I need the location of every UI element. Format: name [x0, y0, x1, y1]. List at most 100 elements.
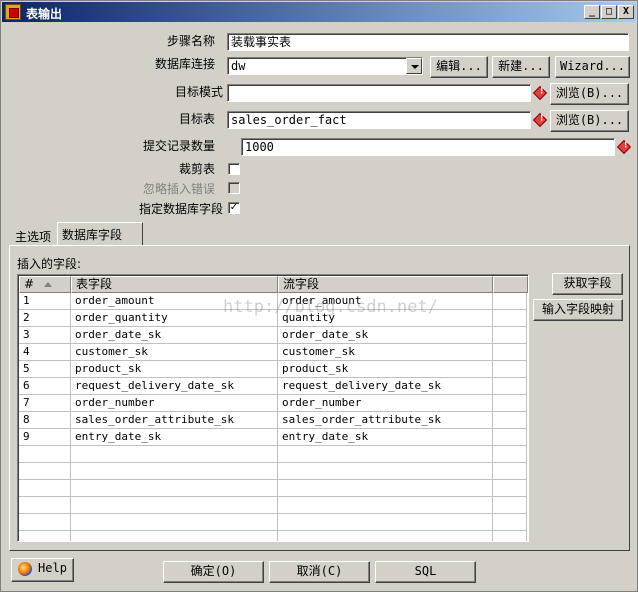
- cell-stream-field[interactable]: order_date_sk: [278, 327, 493, 344]
- table-input[interactable]: sales_order_fact: [227, 111, 531, 129]
- cell-table-field[interactable]: [71, 480, 278, 497]
- new-connection-button[interactable]: 新建...: [492, 56, 550, 78]
- column-header-table-field[interactable]: 表字段: [71, 276, 278, 293]
- cell-stream-field[interactable]: order_number: [278, 395, 493, 412]
- minimize-button[interactable]: _: [584, 5, 600, 19]
- commit-size-input[interactable]: 1000: [241, 138, 615, 156]
- connection-select[interactable]: dw: [227, 57, 423, 75]
- cell-table-field[interactable]: [71, 497, 278, 514]
- cell-stream-field[interactable]: [278, 480, 493, 497]
- cell-extra[interactable]: [493, 480, 527, 497]
- table-row[interactable]: 5 product_sk product_sk: [19, 361, 527, 378]
- column-header-stream-field[interactable]: 流字段: [278, 276, 493, 293]
- help-button[interactable]: Help: [11, 558, 74, 582]
- cell-stream-field[interactable]: entry_date_sk: [278, 429, 493, 446]
- cell-stream-field[interactable]: customer_sk: [278, 344, 493, 361]
- cell-table-field[interactable]: order_number: [71, 395, 278, 412]
- close-button[interactable]: X: [618, 5, 634, 19]
- table-row[interactable]: [19, 446, 527, 463]
- cell-num[interactable]: 6: [19, 378, 71, 395]
- cell-extra[interactable]: [493, 514, 527, 531]
- cell-extra[interactable]: [493, 310, 527, 327]
- table-row[interactable]: 1 order_amount order_amount: [19, 293, 527, 310]
- cell-extra[interactable]: [493, 429, 527, 446]
- cell-stream-field[interactable]: [278, 514, 493, 531]
- ignore-errors-checkbox[interactable]: [228, 182, 240, 194]
- specify-fields-checkbox[interactable]: ✓: [228, 202, 240, 214]
- title-bar[interactable]: 表输出 _ □ X: [2, 2, 636, 22]
- cell-extra[interactable]: [493, 327, 527, 344]
- column-header-num[interactable]: #: [19, 276, 71, 293]
- cell-table-field[interactable]: sales_order_attribute_sk: [71, 412, 278, 429]
- cell-table-field[interactable]: [71, 531, 278, 541]
- cell-extra[interactable]: [493, 344, 527, 361]
- table-row[interactable]: [19, 480, 527, 497]
- cell-extra[interactable]: [493, 463, 527, 480]
- field-mapping-button[interactable]: 输入字段映射: [533, 299, 623, 321]
- cell-extra[interactable]: [493, 293, 527, 310]
- cell-num[interactable]: [19, 531, 71, 541]
- table-row[interactable]: 3 order_date_sk order_date_sk: [19, 327, 527, 344]
- cancel-button[interactable]: 取消(C): [269, 561, 370, 583]
- cell-num[interactable]: [19, 497, 71, 514]
- cell-num[interactable]: 4: [19, 344, 71, 361]
- cell-extra[interactable]: [493, 412, 527, 429]
- cell-table-field[interactable]: entry_date_sk: [71, 429, 278, 446]
- cell-stream-field[interactable]: [278, 463, 493, 480]
- cell-extra[interactable]: [493, 395, 527, 412]
- chevron-down-icon[interactable]: [406, 58, 422, 74]
- cell-stream-field[interactable]: product_sk: [278, 361, 493, 378]
- cell-num[interactable]: 8: [19, 412, 71, 429]
- cell-table-field[interactable]: [71, 463, 278, 480]
- table-row[interactable]: [19, 463, 527, 480]
- edit-connection-button[interactable]: 编辑...: [430, 56, 488, 78]
- tab-main-options[interactable]: 主选项: [11, 225, 55, 245]
- get-fields-button[interactable]: 获取字段: [552, 273, 623, 295]
- cell-table-field[interactable]: order_amount: [71, 293, 278, 310]
- cell-num[interactable]: [19, 514, 71, 531]
- cell-table-field[interactable]: order_quantity: [71, 310, 278, 327]
- table-row[interactable]: [19, 514, 527, 531]
- cell-stream-field[interactable]: [278, 497, 493, 514]
- cell-num[interactable]: 2: [19, 310, 71, 327]
- cell-num[interactable]: 9: [19, 429, 71, 446]
- truncate-checkbox[interactable]: [228, 163, 240, 175]
- sql-button[interactable]: SQL: [375, 561, 476, 583]
- cell-stream-field[interactable]: request_delivery_date_sk: [278, 378, 493, 395]
- cell-stream-field[interactable]: [278, 446, 493, 463]
- table-row[interactable]: 9 entry_date_sk entry_date_sk: [19, 429, 527, 446]
- browse-schema-button[interactable]: 浏览(B)...: [550, 83, 629, 105]
- cell-table-field[interactable]: customer_sk: [71, 344, 278, 361]
- cell-num[interactable]: 1: [19, 293, 71, 310]
- cell-num[interactable]: 3: [19, 327, 71, 344]
- step-name-input[interactable]: 装载事实表: [227, 33, 629, 51]
- table-row[interactable]: [19, 497, 527, 514]
- table-row[interactable]: 7 order_number order_number: [19, 395, 527, 412]
- schema-input[interactable]: [227, 84, 531, 102]
- cell-extra[interactable]: [493, 497, 527, 514]
- cell-table-field[interactable]: [71, 514, 278, 531]
- cell-table-field[interactable]: order_date_sk: [71, 327, 278, 344]
- cell-extra[interactable]: [493, 531, 527, 541]
- cell-table-field[interactable]: request_delivery_date_sk: [71, 378, 278, 395]
- wizard-button[interactable]: Wizard...: [555, 56, 630, 78]
- fields-table[interactable]: # 表字段 流字段 1 order_amount order_amount 2 orde…: [17, 274, 529, 542]
- cell-num[interactable]: [19, 480, 71, 497]
- table-row[interactable]: 6 request_delivery_date_sk request_deliver…: [19, 378, 527, 395]
- cell-extra[interactable]: [493, 361, 527, 378]
- cell-num[interactable]: [19, 446, 71, 463]
- cell-stream-field[interactable]: quantity: [278, 310, 493, 327]
- cell-num[interactable]: [19, 463, 71, 480]
- ok-button[interactable]: 确定(O): [163, 561, 264, 583]
- cell-num[interactable]: 7: [19, 395, 71, 412]
- cell-table-field[interactable]: [71, 446, 278, 463]
- tab-database-fields[interactable]: 数据库字段: [57, 222, 143, 246]
- maximize-button[interactable]: □: [601, 5, 617, 19]
- cell-extra[interactable]: [493, 446, 527, 463]
- cell-stream-field[interactable]: [278, 531, 493, 541]
- cell-extra[interactable]: [493, 378, 527, 395]
- cell-stream-field[interactable]: order_amount: [278, 293, 493, 310]
- table-row[interactable]: 4 customer_sk customer_sk: [19, 344, 527, 361]
- browse-table-button[interactable]: 浏览(B)...: [550, 110, 629, 132]
- cell-stream-field[interactable]: sales_order_attribute_sk: [278, 412, 493, 429]
